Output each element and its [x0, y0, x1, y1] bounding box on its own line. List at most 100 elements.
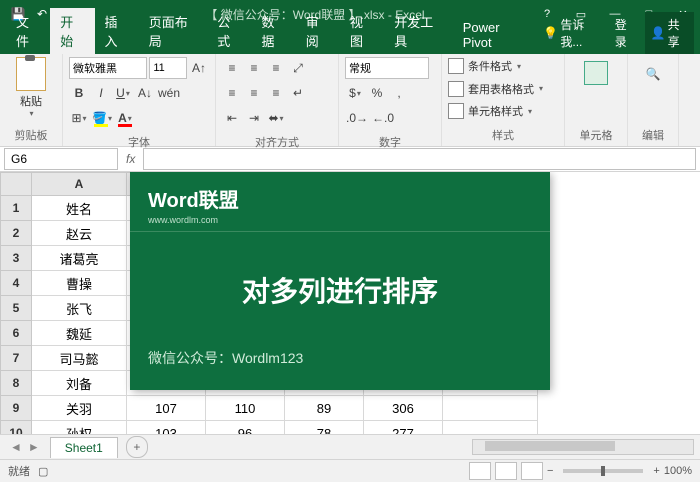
cell[interactable]: 277 [364, 421, 443, 435]
cell[interactable]: 110 [206, 396, 285, 421]
cell[interactable]: 赵云 [32, 221, 127, 246]
align-bottom-icon[interactable]: ≡ [266, 57, 286, 79]
align-right-icon[interactable]: ≡ [266, 82, 286, 104]
row-header[interactable]: 3 [1, 246, 32, 271]
wrap-text-icon[interactable]: ↵ [288, 82, 308, 104]
cell[interactable]: 96 [206, 421, 285, 435]
sheet-next-icon[interactable]: ► [28, 440, 40, 454]
phonetic-button[interactable]: wén [157, 82, 181, 104]
paste-label: 粘贴 [20, 93, 42, 109]
align-center-icon[interactable]: ≡ [244, 82, 264, 104]
row-header[interactable]: 4 [1, 271, 32, 296]
cell[interactable]: 103 [127, 421, 206, 435]
cells-icon[interactable] [584, 61, 608, 85]
cell[interactable]: 关羽 [32, 396, 127, 421]
add-sheet-button[interactable]: + [126, 436, 148, 458]
cell[interactable]: 107 [127, 396, 206, 421]
align-middle-icon[interactable]: ≡ [244, 57, 264, 79]
horizontal-scrollbar[interactable] [472, 439, 694, 455]
increase-decimal-icon[interactable]: .0→ [345, 107, 369, 129]
cellstyle-icon [448, 103, 464, 119]
tab-review[interactable]: 审阅 [296, 8, 340, 54]
decrease-font-icon[interactable]: A↓ [135, 82, 155, 104]
tablefmt-icon [448, 81, 464, 97]
tab-file[interactable]: 文件 [6, 8, 50, 54]
fill-color-button[interactable]: 🪣▾ [91, 107, 113, 129]
tellme-button[interactable]: 💡 告诉我... [537, 12, 606, 54]
row-header[interactable]: 5 [1, 296, 32, 321]
tab-dev[interactable]: 开发工具 [384, 8, 452, 54]
cell[interactable]: 78 [285, 421, 364, 435]
font-size-select[interactable]: 11 [149, 57, 187, 79]
tab-view[interactable]: 视图 [340, 8, 384, 54]
currency-button[interactable]: $▾ [345, 82, 365, 104]
status-ready: 就绪 [8, 463, 30, 479]
paste-button[interactable]: 粘贴▾ [6, 57, 56, 118]
cell-style-button[interactable]: 单元格样式▾ [448, 102, 558, 120]
cell[interactable]: 张飞 [32, 296, 127, 321]
percent-button[interactable]: % [367, 82, 387, 104]
number-format-select[interactable]: 常规 [345, 57, 429, 79]
cell[interactable]: 306 [364, 396, 443, 421]
conditional-format-button[interactable]: 条件格式▾ [448, 57, 558, 75]
share-button[interactable]: 👤 共享 [645, 12, 694, 54]
font-name-select[interactable]: 微软雅黑 [69, 57, 147, 79]
cell[interactable]: 刘备 [32, 371, 127, 396]
tab-insert[interactable]: 插入 [95, 8, 139, 54]
zoom-out-icon[interactable]: − [547, 465, 553, 477]
align-top-icon[interactable]: ≡ [222, 57, 242, 79]
tab-home[interactable]: 开始 [50, 8, 94, 54]
col-header[interactable]: A [32, 173, 127, 196]
indent-increase-icon[interactable]: ⇥ [244, 107, 264, 129]
underline-button[interactable]: U▾ [113, 82, 133, 104]
align-left-icon[interactable]: ≡ [222, 82, 242, 104]
zoom-slider[interactable] [563, 469, 643, 473]
cell[interactable]: 司马懿 [32, 346, 127, 371]
row-header[interactable]: 2 [1, 221, 32, 246]
formula-bar[interactable] [143, 148, 696, 170]
font-color-button[interactable]: A▾ [115, 107, 135, 129]
sheet-prev-icon[interactable]: ◄ [10, 440, 22, 454]
row-header[interactable]: 6 [1, 321, 32, 346]
normal-view-icon[interactable] [469, 462, 491, 480]
border-button[interactable]: ⊞▾ [69, 107, 89, 129]
fx-icon[interactable]: fx [118, 152, 143, 166]
styles-group-label: 样式 [448, 127, 558, 143]
login-button[interactable]: 登录 [609, 12, 643, 54]
name-box[interactable]: G6 [4, 148, 118, 170]
cell[interactable]: 89 [285, 396, 364, 421]
indent-decrease-icon[interactable]: ⇤ [222, 107, 242, 129]
tab-layout[interactable]: 页面布局 [139, 8, 207, 54]
editing-icon[interactable]: 🔍 [643, 63, 663, 85]
row-header[interactable]: 10 [1, 421, 32, 435]
cell[interactable]: 孙权 [32, 421, 127, 435]
orientation-icon[interactable]: ⤢ [288, 57, 308, 79]
row-header[interactable]: 9 [1, 396, 32, 421]
cells-group-label: 单元格 [571, 127, 621, 143]
merge-button[interactable]: ⬌▾ [266, 107, 286, 129]
row-header[interactable]: 7 [1, 346, 32, 371]
italic-button[interactable]: I [91, 82, 111, 104]
macro-record-icon[interactable]: ▢ [38, 465, 48, 478]
tab-data[interactable]: 数据 [251, 8, 295, 54]
cell[interactable]: 曹操 [32, 271, 127, 296]
table-format-button[interactable]: 套用表格格式▾ [448, 80, 558, 98]
bold-button[interactable]: B [69, 82, 89, 104]
sheet-tab[interactable]: Sheet1 [50, 437, 118, 458]
cell[interactable]: 诸葛亮 [32, 246, 127, 271]
tab-formulas[interactable]: 公式 [207, 8, 251, 54]
condfmt-label: 条件格式 [468, 58, 512, 74]
page-break-view-icon[interactable] [521, 462, 543, 480]
cell[interactable] [443, 421, 538, 435]
decrease-decimal-icon[interactable]: ←.0 [371, 107, 395, 129]
comma-button[interactable]: , [389, 82, 409, 104]
row-header[interactable]: 1 [1, 196, 32, 221]
zoom-in-icon[interactable]: + [653, 465, 659, 477]
page-layout-view-icon[interactable] [495, 462, 517, 480]
cell[interactable]: 魏延 [32, 321, 127, 346]
row-header[interactable]: 8 [1, 371, 32, 396]
cell[interactable] [443, 396, 538, 421]
tab-pivot[interactable]: Power Pivot [453, 16, 538, 54]
increase-font-icon[interactable]: A↑ [189, 57, 209, 79]
cell[interactable]: 姓名 [32, 196, 127, 221]
